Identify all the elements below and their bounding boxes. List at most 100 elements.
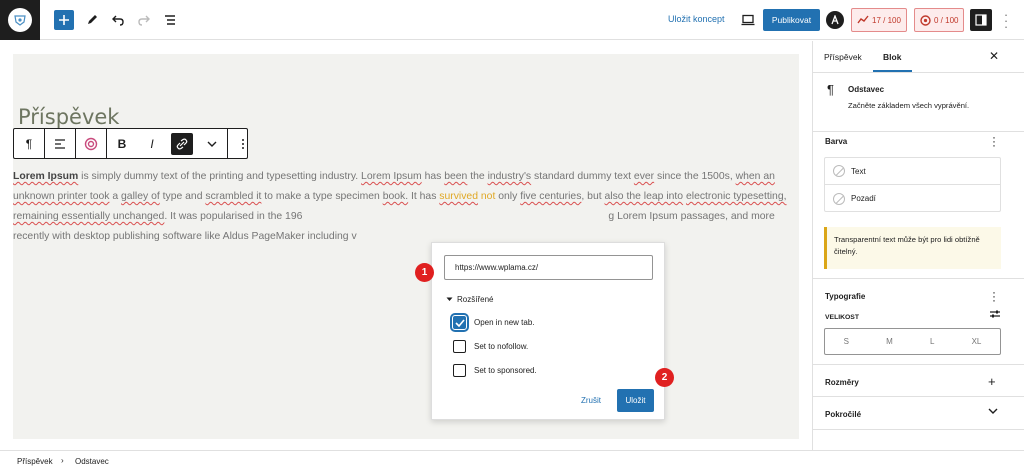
vertical-dots-icon xyxy=(242,138,244,149)
link-button[interactable] xyxy=(171,132,193,155)
breadcrumb-post[interactable]: Příspěvek xyxy=(17,457,53,466)
size-option-m[interactable]: M xyxy=(886,337,893,346)
advanced-label: Rozšířené xyxy=(457,295,494,304)
text-segment: been xyxy=(444,171,468,182)
sponsored-checkbox[interactable] xyxy=(453,364,466,377)
settings-sidebar: Příspěvek Blok ✕ ¶ Odstavec Začněte zákl… xyxy=(812,41,1024,450)
chevron-down-icon xyxy=(446,297,453,301)
breadcrumb: Příspěvek › Odstavec xyxy=(0,450,1024,469)
site-logo-button[interactable] xyxy=(0,0,40,40)
sponsored-option[interactable]: Set to sponsored. xyxy=(453,364,537,377)
editor-canvas: Příspěvek ¶ B I Lorem Ipsum is simply du… xyxy=(13,54,799,439)
text-segment: , but xyxy=(581,191,605,202)
nofollow-option[interactable]: Set to nofollow. xyxy=(453,340,528,353)
typography-options-button[interactable]: · · · xyxy=(989,286,999,306)
sidebar-icon xyxy=(975,14,987,26)
text-segment: book. xyxy=(382,191,409,202)
dimensions-panel-title[interactable]: Rozměry xyxy=(825,378,859,387)
block-card: ¶ Odstavec Začněte základem všech vypráv… xyxy=(813,74,1024,132)
seo-score-button[interactable]: 17 / 100 xyxy=(851,8,907,32)
document-overview-button[interactable] xyxy=(158,8,182,32)
redo-button[interactable] xyxy=(132,8,156,32)
color-item-background[interactable]: Pozadí xyxy=(825,185,1000,212)
open-new-tab-option[interactable]: Open in new tab. xyxy=(450,313,535,332)
text-segment: Lorem Ipsum xyxy=(361,171,422,182)
undo-button[interactable] xyxy=(106,8,130,32)
text-segment: scrambled it xyxy=(205,191,262,202)
text-segment: It has xyxy=(408,191,440,202)
active-tab-indicator xyxy=(873,70,912,72)
editor-area: Příspěvek ¶ B I Lorem Ipsum is simply du… xyxy=(0,41,812,450)
text-segment: the xyxy=(467,171,488,182)
contrast-notice: Transparentní text může být pro lidi obt… xyxy=(824,227,1001,269)
checkmark-icon xyxy=(454,318,465,327)
chevron-down-icon[interactable] xyxy=(988,406,998,417)
step-marker-1: 1 xyxy=(415,263,434,282)
tab-post[interactable]: Příspěvek xyxy=(824,52,862,62)
readability-score-button[interactable]: 0 / 100 xyxy=(914,8,965,32)
preview-button[interactable] xyxy=(736,8,760,32)
add-dimension-icon[interactable]: + xyxy=(988,374,996,389)
open-new-tab-label: Open in new tab. xyxy=(474,318,535,327)
add-block-button[interactable] xyxy=(54,10,74,30)
align-left-icon xyxy=(55,138,65,149)
text-segment: galley of xyxy=(121,191,160,202)
url-input[interactable]: https://www.wplama.cz/ xyxy=(444,255,653,280)
save-link-button[interactable]: Uložit xyxy=(617,389,654,412)
block-type-group: ¶ xyxy=(14,129,45,158)
tab-block[interactable]: Blok xyxy=(883,52,901,62)
color-item-label: Text xyxy=(851,166,866,176)
close-icon[interactable]: ✕ xyxy=(989,49,999,63)
size-option-s[interactable]: S xyxy=(844,337,849,346)
settings-sidebar-toggle[interactable] xyxy=(970,9,992,31)
readability-icon xyxy=(920,14,931,26)
size-settings-button[interactable] xyxy=(989,309,1001,322)
text-segment: industry's xyxy=(487,171,532,182)
bold-button[interactable]: B xyxy=(107,129,137,158)
plugin-group xyxy=(76,129,107,158)
undo-icon xyxy=(112,15,124,26)
text-segment: standard dummy text xyxy=(531,171,634,182)
cancel-button[interactable]: Zrušit xyxy=(581,396,601,405)
top-toolbar: Uložit koncept Publikovat 17 / 100 0 / 1… xyxy=(0,0,1024,40)
block-options-button[interactable] xyxy=(228,129,258,158)
more-formats-button[interactable] xyxy=(197,129,227,158)
color-item-text[interactable]: Text xyxy=(825,158,1000,185)
align-group xyxy=(45,129,76,158)
paragraph-icon[interactable]: ¶ xyxy=(14,129,44,158)
size-option-xl[interactable]: XL xyxy=(972,337,982,346)
size-option-l[interactable]: L xyxy=(930,337,934,346)
italic-button[interactable]: I xyxy=(137,129,167,158)
open-new-tab-checkbox[interactable] xyxy=(450,313,469,332)
desktop-icon xyxy=(741,14,755,26)
text-segment: survived xyxy=(439,191,478,202)
advanced-panel-title[interactable]: Pokročilé xyxy=(825,410,861,419)
divider xyxy=(813,364,1024,365)
save-draft-button[interactable]: Uložit koncept xyxy=(668,14,725,24)
paragraph-block[interactable]: Lorem Ipsum is simply dummy text of the … xyxy=(13,167,797,247)
text-segment: only xyxy=(495,191,521,202)
astra-logo-icon xyxy=(831,15,839,25)
text-segment: to make a type specimen xyxy=(261,191,383,202)
astra-settings-button[interactable] xyxy=(826,11,844,29)
list-view-icon xyxy=(165,15,175,25)
options-group xyxy=(228,129,258,158)
color-options-button[interactable]: · · · xyxy=(989,131,999,151)
post-title[interactable]: Příspěvek xyxy=(18,105,119,129)
block-description: Začněte základem všech vyprávění. xyxy=(848,101,970,110)
step-marker-2: 2 xyxy=(655,368,674,387)
block-toolbar: ¶ B I xyxy=(13,128,248,159)
advanced-toggle[interactable]: Rozšířené xyxy=(446,295,493,304)
breadcrumb-paragraph[interactable]: Odstavec xyxy=(75,457,109,466)
tools-button[interactable] xyxy=(80,8,104,32)
sidebar-tabs: Příspěvek Blok ✕ xyxy=(813,41,1024,73)
publish-button[interactable]: Publikovat xyxy=(763,9,820,31)
align-button[interactable] xyxy=(45,129,75,158)
readability-plugin-button[interactable] xyxy=(76,129,106,158)
empty-swatch-icon xyxy=(833,192,845,205)
divider xyxy=(813,396,1024,397)
text-segment: has xyxy=(421,171,445,182)
nofollow-checkbox[interactable] xyxy=(453,340,466,353)
options-menu-button[interactable]: · · · xyxy=(1001,8,1011,33)
text-segment: type and xyxy=(159,191,206,202)
